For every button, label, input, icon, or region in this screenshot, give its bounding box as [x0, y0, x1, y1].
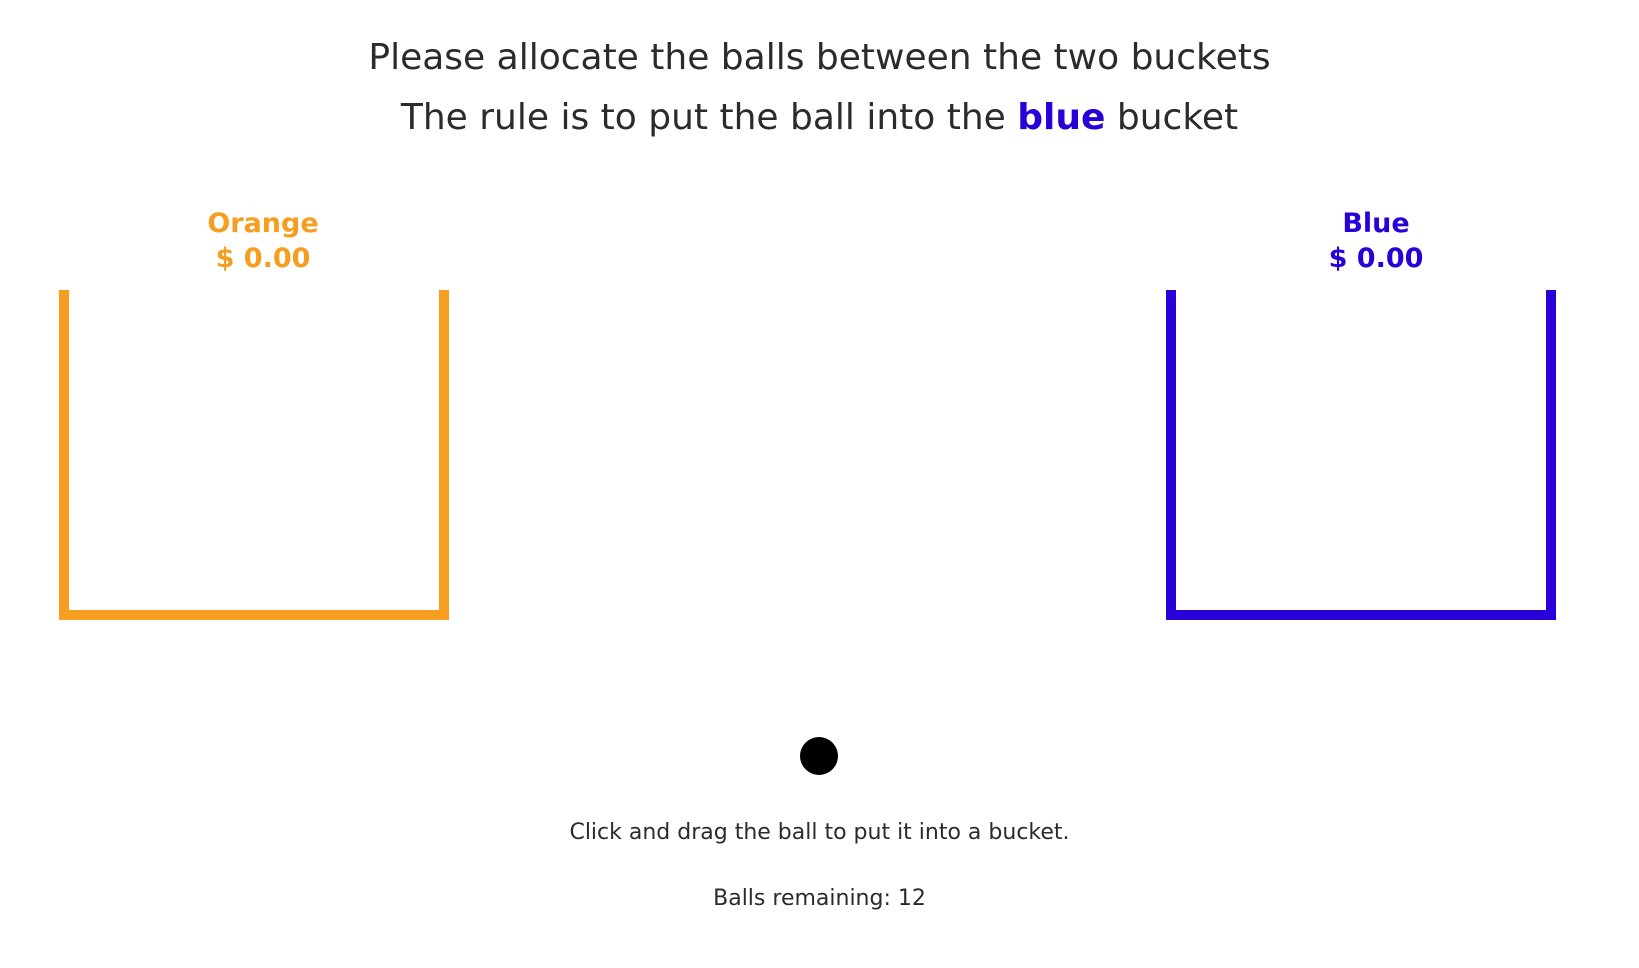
blue-bucket-header: Blue $ 0.00 — [1166, 206, 1586, 276]
blue-bucket-label: Blue — [1342, 208, 1410, 239]
orange-bucket-label: Orange — [207, 208, 319, 239]
blue-bucket-amount: $ 0.00 — [1328, 243, 1424, 274]
instructions-header: Please allocate the balls between the tw… — [0, 28, 1639, 148]
draggable-ball[interactable] — [800, 737, 838, 775]
rule-suffix: bucket — [1105, 97, 1239, 138]
orange-bucket-amount: $ 0.00 — [215, 243, 311, 274]
blue-bucket[interactable] — [1166, 290, 1556, 620]
rule-emphasis-blue: blue — [1017, 97, 1106, 138]
rule-text: The rule is to put the ball into the blu… — [0, 88, 1639, 148]
rule-prefix: The rule is to put the ball into the — [400, 97, 1018, 138]
orange-bucket-header: Orange $ 0.00 — [53, 206, 473, 276]
balls-remaining-counter: Balls remaining: 12 — [713, 886, 926, 911]
drag-instruction: Click and drag the ball to put it into a… — [569, 820, 1070, 845]
allocation-prompt: Please allocate the balls between the tw… — [368, 37, 1271, 78]
orange-bucket[interactable] — [59, 290, 449, 620]
